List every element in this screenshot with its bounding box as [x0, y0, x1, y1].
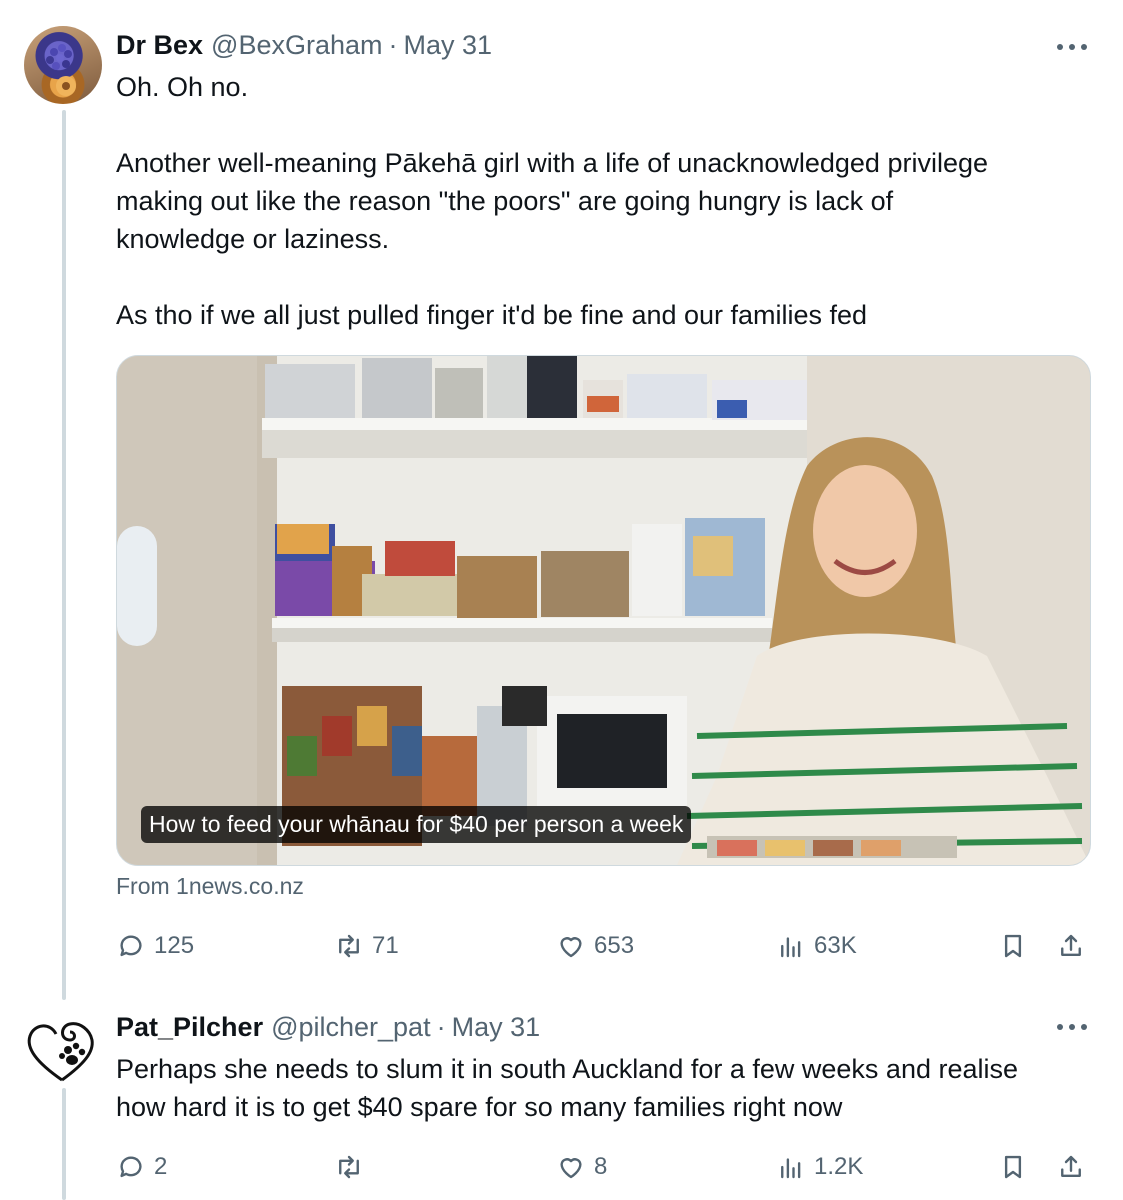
- like-icon: [560, 1158, 582, 1179]
- thread-connector: [62, 110, 66, 1000]
- author-handle[interactable]: @BexGraham: [211, 30, 382, 61]
- reply-button[interactable]: 2: [116, 1150, 167, 1184]
- tweet-text-line: knowledge or laziness.: [116, 224, 390, 254]
- reply-count: 2: [154, 1153, 168, 1180]
- like-button[interactable]: 653: [556, 929, 634, 963]
- tweet-text-line: As tho if we all just pulled finger it'd…: [116, 300, 868, 330]
- avatar[interactable]: [22, 1012, 102, 1092]
- tweet-date[interactable]: May 31: [404, 30, 493, 61]
- tweet-text-line: Another well-meaning Pākehā girl with a …: [116, 148, 989, 178]
- bookmark-button[interactable]: [998, 1150, 1028, 1184]
- heart-paw-logo-icon: [27, 1022, 94, 1082]
- tweet-text-line: making out like the reason "the poors" a…: [116, 186, 894, 216]
- retweet-icon: [339, 1155, 359, 1179]
- reply-count: 125: [154, 932, 195, 959]
- views-icon: [781, 937, 801, 958]
- views-button[interactable]: 63K: [776, 929, 857, 963]
- bookmark-icon: [1004, 1155, 1022, 1179]
- view-count: 63K: [814, 932, 857, 959]
- author-name[interactable]: Dr Bex: [116, 30, 203, 61]
- separator-dot: ·: [388, 30, 398, 60]
- avatar-flower-icon: [46, 44, 76, 96]
- tweet-date[interactable]: May 31: [452, 1012, 541, 1043]
- like-count: 8: [594, 1153, 608, 1180]
- media-card[interactable]: How to feed your whānau for $40 per pers…: [116, 355, 1091, 866]
- thread-connector-2: [62, 1088, 66, 1200]
- reply-button[interactable]: 125: [116, 929, 194, 963]
- pantry-photo: [117, 356, 1090, 865]
- like-icon: [560, 937, 582, 958]
- bookmark-icon: [1004, 934, 1022, 958]
- bookmark-button[interactable]: [998, 929, 1028, 963]
- more-icon[interactable]: [1057, 42, 1087, 52]
- author-handle[interactable]: @pilcher_pat: [271, 1012, 431, 1043]
- views-button[interactable]: 1.2K: [776, 1150, 863, 1184]
- tweet-text-line: Oh. Oh no.: [116, 72, 249, 102]
- tweet-text-line: Perhaps she needs to slum it in south Au…: [116, 1054, 1019, 1084]
- retweet-icon: [339, 934, 359, 958]
- more-icon[interactable]: [1057, 1022, 1087, 1032]
- reply-icon: [120, 1156, 142, 1178]
- tweet-header: Dr Bex @BexGraham · May 31: [116, 30, 492, 66]
- author-name[interactable]: Pat_Pilcher: [116, 1012, 263, 1043]
- action-bar: 2 8 1.2K: [116, 1150, 1091, 1184]
- share-button[interactable]: [1056, 929, 1086, 963]
- tweet-text: Perhaps she needs to slum it in south Au…: [116, 1050, 1018, 1126]
- action-bar: 125 71 653 63K: [116, 929, 1091, 963]
- tweet-header: Pat_Pilcher @pilcher_pat · May 31: [116, 1012, 540, 1048]
- avatar[interactable]: [24, 26, 102, 104]
- share-icon: [1061, 1155, 1081, 1177]
- tweet-text: Oh. Oh no. Another well-meaning Pākehā g…: [116, 68, 988, 334]
- share-button[interactable]: [1056, 1150, 1086, 1184]
- retweet-count: 71: [372, 932, 399, 959]
- view-count: 1.2K: [814, 1153, 864, 1180]
- link-source[interactable]: From 1news.co.nz: [116, 873, 304, 900]
- like-count: 653: [594, 932, 635, 959]
- tweet-text-line: how hard it is to get $40 spare for so m…: [116, 1092, 843, 1122]
- views-icon: [781, 1158, 801, 1179]
- media-caption: How to feed your whānau for $40 per pers…: [141, 806, 692, 843]
- retweet-button[interactable]: 71: [334, 929, 399, 963]
- share-icon: [1061, 934, 1081, 956]
- like-button[interactable]: 8: [556, 1150, 607, 1184]
- reply-icon: [120, 935, 142, 957]
- separator-dot: ·: [436, 1012, 446, 1042]
- retweet-button[interactable]: [334, 1150, 372, 1184]
